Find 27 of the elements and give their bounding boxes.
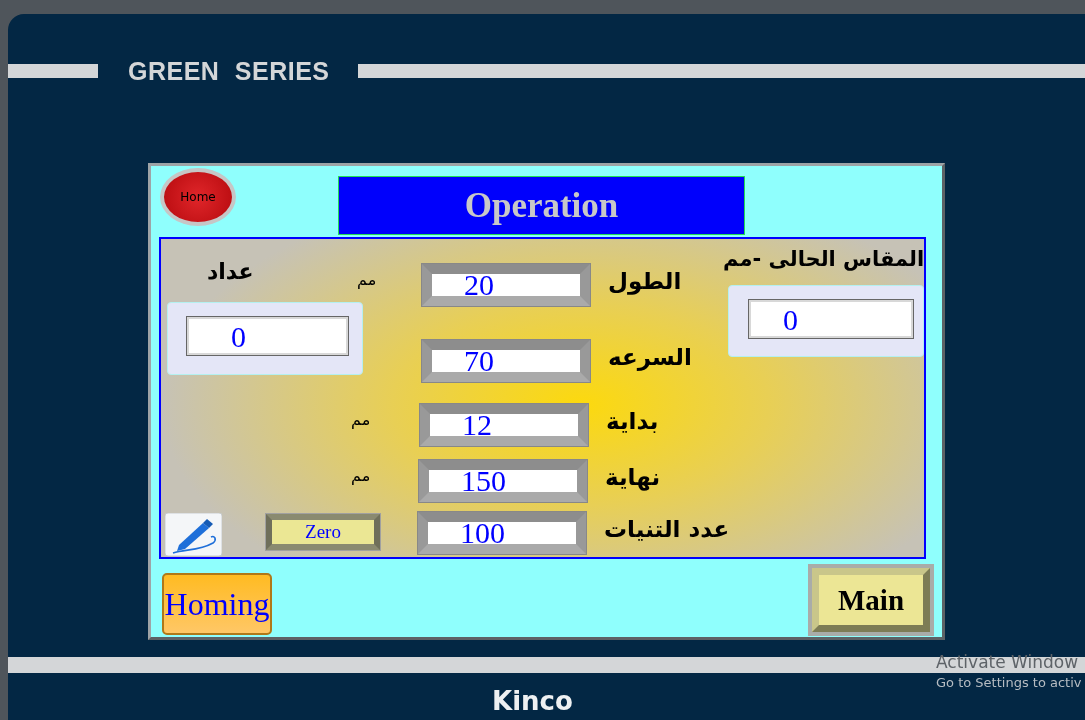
parameter-input[interactable]: 100 <box>418 512 586 554</box>
homing-button[interactable]: Homing <box>162 573 272 635</box>
unit-label: مم <box>351 410 371 429</box>
parameter-input[interactable]: 20 <box>422 264 590 306</box>
parameter-input[interactable]: 12 <box>420 404 588 446</box>
activation-notice-text: Go to Settings to activ <box>936 675 1082 690</box>
brand-logo: Kinco <box>492 686 573 716</box>
parameter-label: بداية <box>606 408 659 434</box>
screen-title: Operation <box>338 176 745 235</box>
current-size-label: المقاس الحالى -مم <box>723 247 925 271</box>
home-button[interactable]: Home <box>160 168 236 226</box>
activation-notice-title: Activate Window <box>936 652 1080 672</box>
parameter-input[interactable]: 70 <box>422 340 590 382</box>
main-button[interactable]: Main <box>812 568 930 632</box>
series-label: GREEN SERIES <box>128 56 330 86</box>
counter-value: 0 <box>186 316 349 356</box>
parameter-label: عدد التنيات <box>604 516 730 542</box>
unit-label: مم <box>357 270 377 289</box>
current-size-value: 0 <box>748 299 914 339</box>
counter-label: عداد <box>207 259 254 284</box>
parameter-label: السرعه <box>608 344 692 370</box>
parameter-label: نهاية <box>605 464 661 490</box>
edit-pen-icon[interactable] <box>165 513 222 556</box>
parameter-label: الطول <box>608 268 682 294</box>
parameter-input[interactable]: 150 <box>419 460 587 502</box>
unit-label: مم <box>351 466 371 485</box>
zero-button[interactable]: Zero <box>266 514 380 550</box>
